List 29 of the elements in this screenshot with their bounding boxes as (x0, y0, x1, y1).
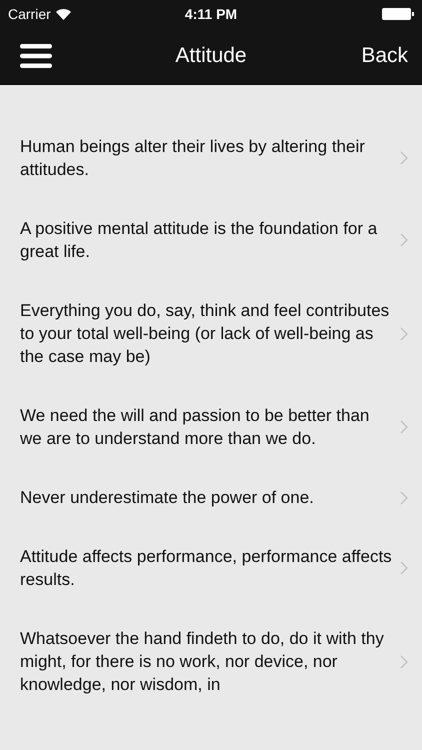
menu-button[interactable] (20, 44, 52, 68)
quote-row[interactable]: Never underestimate the power of one. (0, 468, 422, 527)
chevron-icon (400, 233, 408, 247)
quote-row[interactable]: Whatsoever the hand findeth to do, do it with thy might, for there is no work, nor device, nor knowledge, nor wisdom, in (0, 609, 422, 714)
chevron-icon (400, 151, 408, 165)
chevron-icon (400, 654, 408, 668)
quote-text: Human beings alter their lives by altering their attitudes. (20, 136, 366, 181)
quote-text: Never underestimate the power of one. (20, 487, 315, 509)
quote-row[interactable]: We need the will and passion to be better than we are to understand more than we do. (0, 386, 422, 468)
quote-row[interactable]: A positive mental attitude is the foundation for a great life. (0, 199, 422, 281)
quote-text: Attitude affects performance, performance affects results. (20, 546, 392, 591)
status-time: 4:11 PM (184, 6, 238, 22)
chevron-icon (400, 561, 408, 575)
battery-icon (382, 8, 414, 20)
chevron-icon (400, 326, 408, 340)
quote-text: Whatsoever the hand findeth to do, do it with thy might, for there is no work, nor device, nor knowledge, nor wisdom, in (20, 628, 385, 696)
quote-row[interactable]: Human beings alter their lives by altering their attitudes. (0, 117, 422, 199)
quote-text: We need the will and passion to be better than we are to understand more than we do. (20, 405, 370, 450)
quote-row[interactable]: Everything you do, say, think and feel contributes to your total well-being (or lack of well-being as the case may be) (0, 281, 422, 386)
menu-icon (20, 44, 52, 68)
carrier-name: Carrier (8, 6, 51, 22)
screen-title: Attitude (175, 44, 247, 68)
quote-row[interactable]: Attitude affects performance, performance affects results. (0, 527, 422, 609)
wifi-icon (56, 8, 71, 20)
chevron-icon (400, 490, 408, 504)
quote-text: Everything you do, say, think and feel contributes to your total well-being (or lack of well-being as the case may be) (20, 300, 390, 368)
chevron-icon (400, 420, 408, 434)
quote-text: A positive mental attitude is the foundation for a great life. (20, 218, 378, 263)
back-button[interactable]: Back (361, 44, 408, 68)
